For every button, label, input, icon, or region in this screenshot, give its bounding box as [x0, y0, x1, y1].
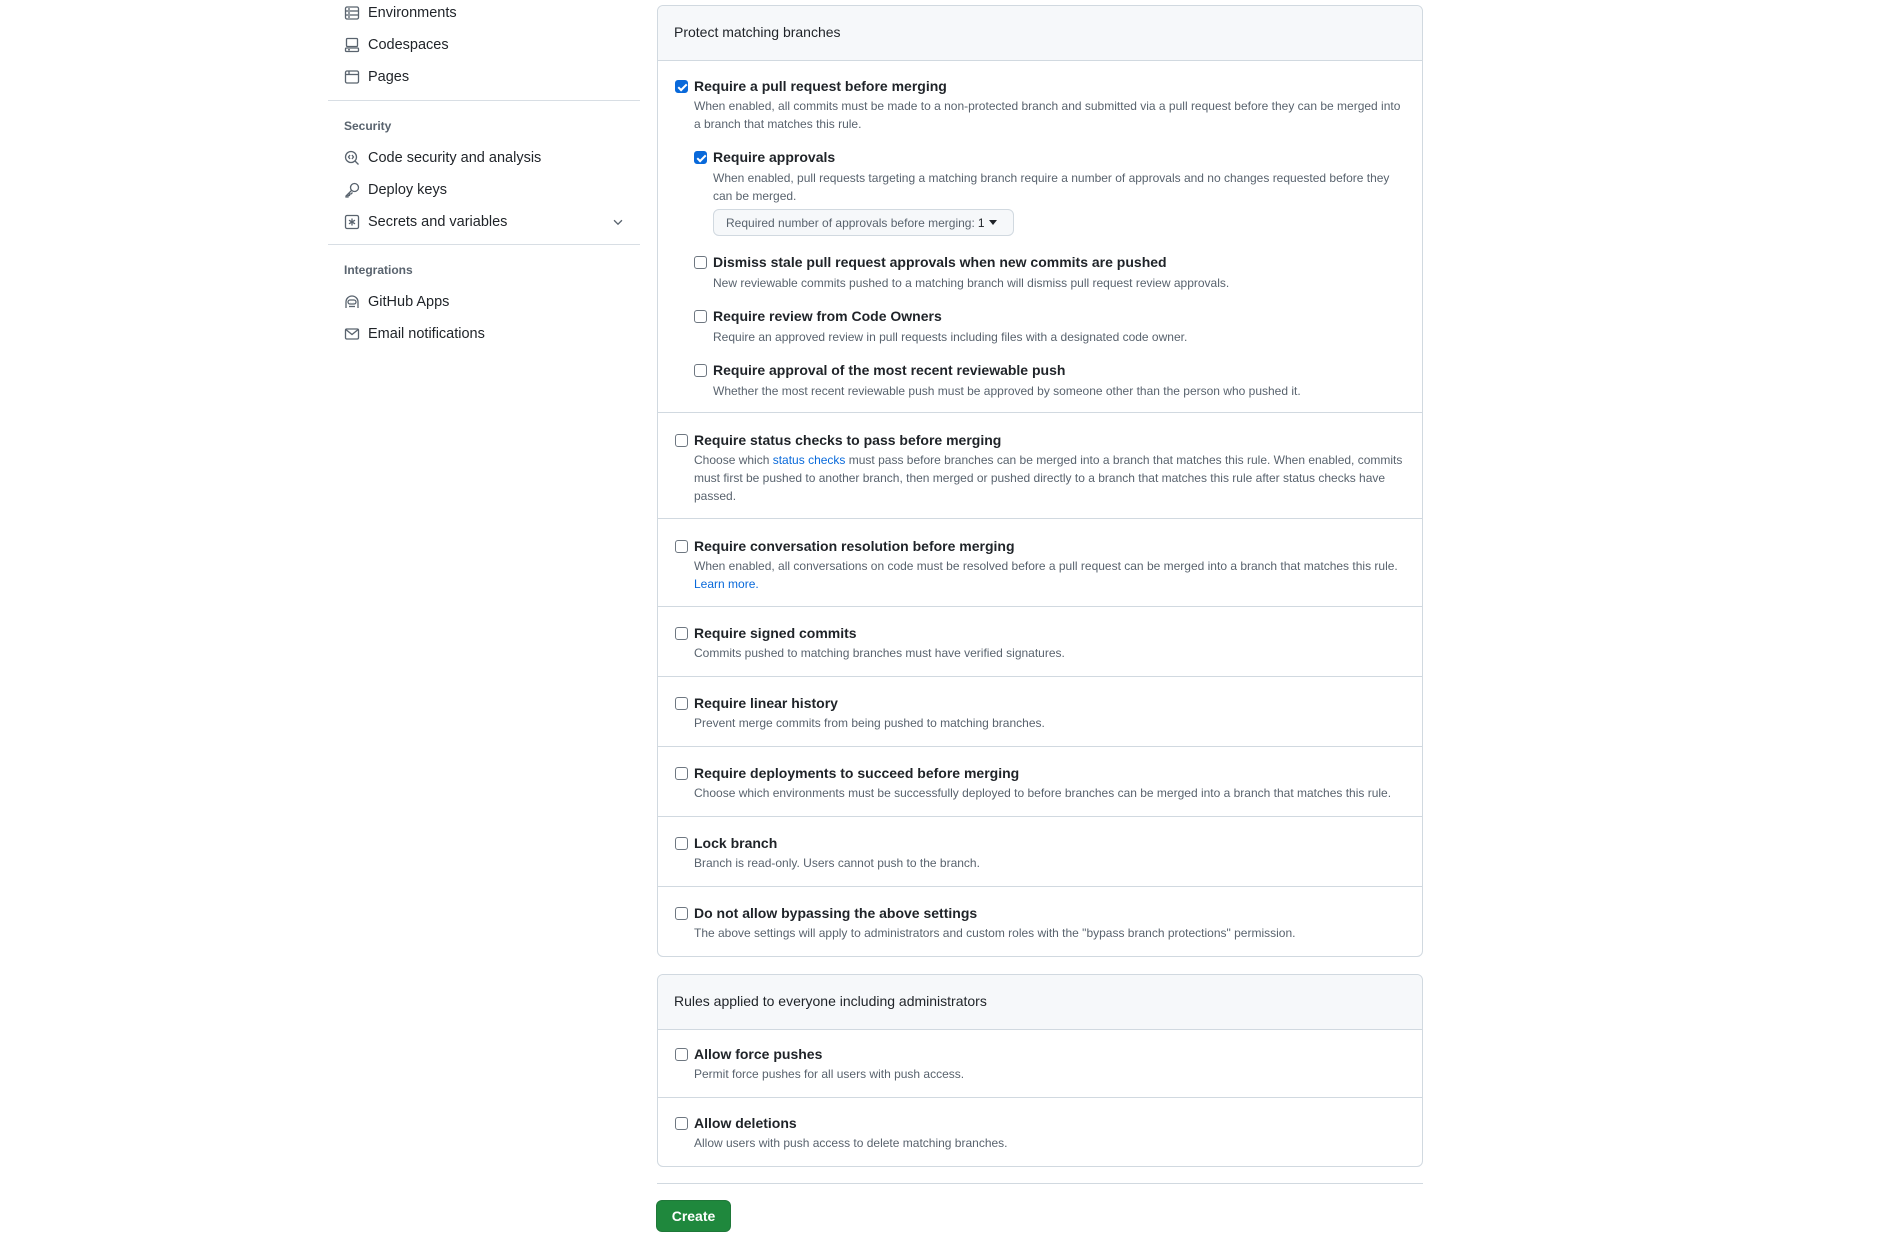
dismiss-stale-desc: New reviewable commits pushed to a match… — [713, 276, 1230, 290]
create-button[interactable]: Create — [656, 1200, 731, 1232]
no-bypass-desc: The above settings will apply to adminis… — [694, 926, 1296, 940]
caret-down-icon — [988, 220, 997, 225]
deletions-desc: Allow users with push access to delete m… — [694, 1136, 1008, 1150]
conversation-title: Require conversation resolution before m… — [694, 538, 1015, 554]
deployments-title: Require deployments to succeed before me… — [694, 765, 1020, 781]
section-divider — [658, 606, 1422, 607]
deletions-title: Allow deletions — [694, 1115, 797, 1131]
sidebar-item-environments[interactable]: Environments — [344, 1, 634, 25]
learn-more-link[interactable]: Learn more. — [694, 577, 759, 591]
sidebar-item-codespaces[interactable]: Codespaces — [344, 33, 634, 57]
status-checks-checkbox[interactable] — [675, 434, 688, 447]
deployments-checkbox[interactable] — [675, 767, 688, 780]
sidebar-item-secrets-variables[interactable]: Secrets and variables — [344, 210, 634, 234]
linear-history-title: Require linear history — [694, 695, 838, 711]
sidebar-item-label: Environments — [368, 5, 457, 21]
conversation-desc-text: When enabled, all conversations on code … — [694, 559, 1398, 573]
mail-icon — [344, 326, 360, 342]
dismiss-stale-title: Dismiss stale pull request approvals whe… — [713, 254, 1167, 270]
panel-title: Protect matching branches — [674, 24, 841, 40]
dismiss-stale-checkbox[interactable] — [694, 256, 707, 269]
require-pr-checkbox[interactable] — [675, 80, 688, 93]
lock-branch-title: Lock branch — [694, 835, 778, 851]
code-owners-desc: Require an approved review in pull reque… — [713, 330, 1188, 344]
lock-branch-checkbox[interactable] — [675, 837, 688, 850]
status-checks-link[interactable]: status checks — [773, 453, 846, 467]
sidebar-item-code-security[interactable]: Code security and analysis — [344, 146, 634, 170]
key-asterisk-icon — [344, 214, 360, 230]
codespaces-icon — [344, 37, 360, 53]
sidebar-item-label: Email notifications — [368, 326, 485, 342]
require-pr-title: Require a pull request before merging — [694, 78, 947, 94]
sidebar-item-label: Codespaces — [368, 37, 449, 53]
sidebar-heading-integrations: Integrations — [344, 263, 413, 277]
section-divider — [658, 816, 1422, 817]
section-divider — [658, 886, 1422, 887]
status-checks-desc: Choose which status checks must pass bef… — [694, 451, 1406, 505]
signed-commits-checkbox[interactable] — [675, 627, 688, 640]
section-divider — [658, 746, 1422, 747]
recent-push-checkbox[interactable] — [694, 364, 707, 377]
section-divider — [658, 518, 1422, 519]
sidebar-item-pages[interactable]: Pages — [344, 65, 634, 89]
no-bypass-title: Do not allow bypassing the above setting… — [694, 905, 978, 921]
code-owners-checkbox[interactable] — [694, 310, 707, 323]
sidebar-divider — [328, 100, 640, 101]
deletions-checkbox[interactable] — [675, 1117, 688, 1130]
server-icon — [344, 5, 360, 21]
apps-icon — [344, 294, 360, 310]
sidebar-item-label: GitHub Apps — [368, 294, 450, 310]
approvals-select-value: 1 — [977, 215, 985, 230]
section-divider — [658, 676, 1422, 677]
linear-history-checkbox[interactable] — [675, 697, 688, 710]
sidebar-item-deploy-keys[interactable]: Deploy keys — [344, 178, 634, 202]
section-divider — [658, 412, 1422, 413]
panel-title: Rules applied to everyone including admi… — [674, 993, 987, 1009]
section-divider — [658, 1097, 1422, 1098]
recent-push-title: Require approval of the most recent revi… — [713, 362, 1066, 378]
approvals-count-select[interactable]: Required number of approvals before merg… — [713, 209, 1014, 236]
codescan-icon — [344, 150, 360, 166]
require-approvals-title: Require approvals — [713, 149, 836, 165]
lock-branch-desc: Branch is read-only. Users cannot push t… — [694, 856, 980, 870]
panel-header: Rules applied to everyone including admi… — [658, 975, 1422, 1030]
no-bypass-checkbox[interactable] — [675, 907, 688, 920]
sidebar-item-email-notifications[interactable]: Email notifications — [344, 322, 634, 346]
form-divider — [657, 1183, 1423, 1184]
panel-header: Protect matching branches — [658, 6, 1422, 61]
force-pushes-desc: Permit force pushes for all users with p… — [694, 1067, 965, 1081]
conversation-desc: When enabled, all conversations on code … — [694, 557, 1406, 593]
linear-history-desc: Prevent merge commits from being pushed … — [694, 716, 1045, 730]
require-pr-desc: When enabled, all commits must be made t… — [694, 99, 1401, 131]
sidebar-item-label: Secrets and variables — [368, 214, 508, 230]
approvals-select-label: Required number of approvals before merg… — [726, 215, 975, 230]
signed-commits-title: Require signed commits — [694, 625, 857, 641]
sidebar-item-label: Pages — [368, 69, 410, 85]
conversation-checkbox[interactable] — [675, 540, 688, 553]
chevron-down-icon[interactable] — [611, 215, 625, 229]
sidebar-heading-security: Security — [344, 119, 392, 133]
require-approvals-checkbox[interactable] — [694, 151, 707, 164]
code-owners-title: Require review from Code Owners — [713, 308, 942, 324]
force-pushes-title: Allow force pushes — [694, 1046, 823, 1062]
status-checks-desc-text: Choose which — [694, 453, 773, 467]
sidebar-divider — [328, 244, 640, 245]
sidebar-item-label: Deploy keys — [368, 182, 447, 198]
recent-push-desc: Whether the most recent reviewable push … — [713, 384, 1301, 398]
sidebar-item-github-apps[interactable]: GitHub Apps — [344, 290, 634, 314]
key-icon — [344, 182, 360, 198]
force-pushes-checkbox[interactable] — [675, 1048, 688, 1061]
browser-icon — [344, 69, 360, 85]
signed-commits-desc: Commits pushed to matching branches must… — [694, 646, 1065, 660]
require-approvals-desc: When enabled, pull requests targeting a … — [713, 171, 1390, 203]
status-checks-title: Require status checks to pass before mer… — [694, 432, 1002, 448]
deployments-desc: Choose which environments must be succes… — [694, 786, 1392, 800]
sidebar-item-label: Code security and analysis — [368, 150, 542, 166]
